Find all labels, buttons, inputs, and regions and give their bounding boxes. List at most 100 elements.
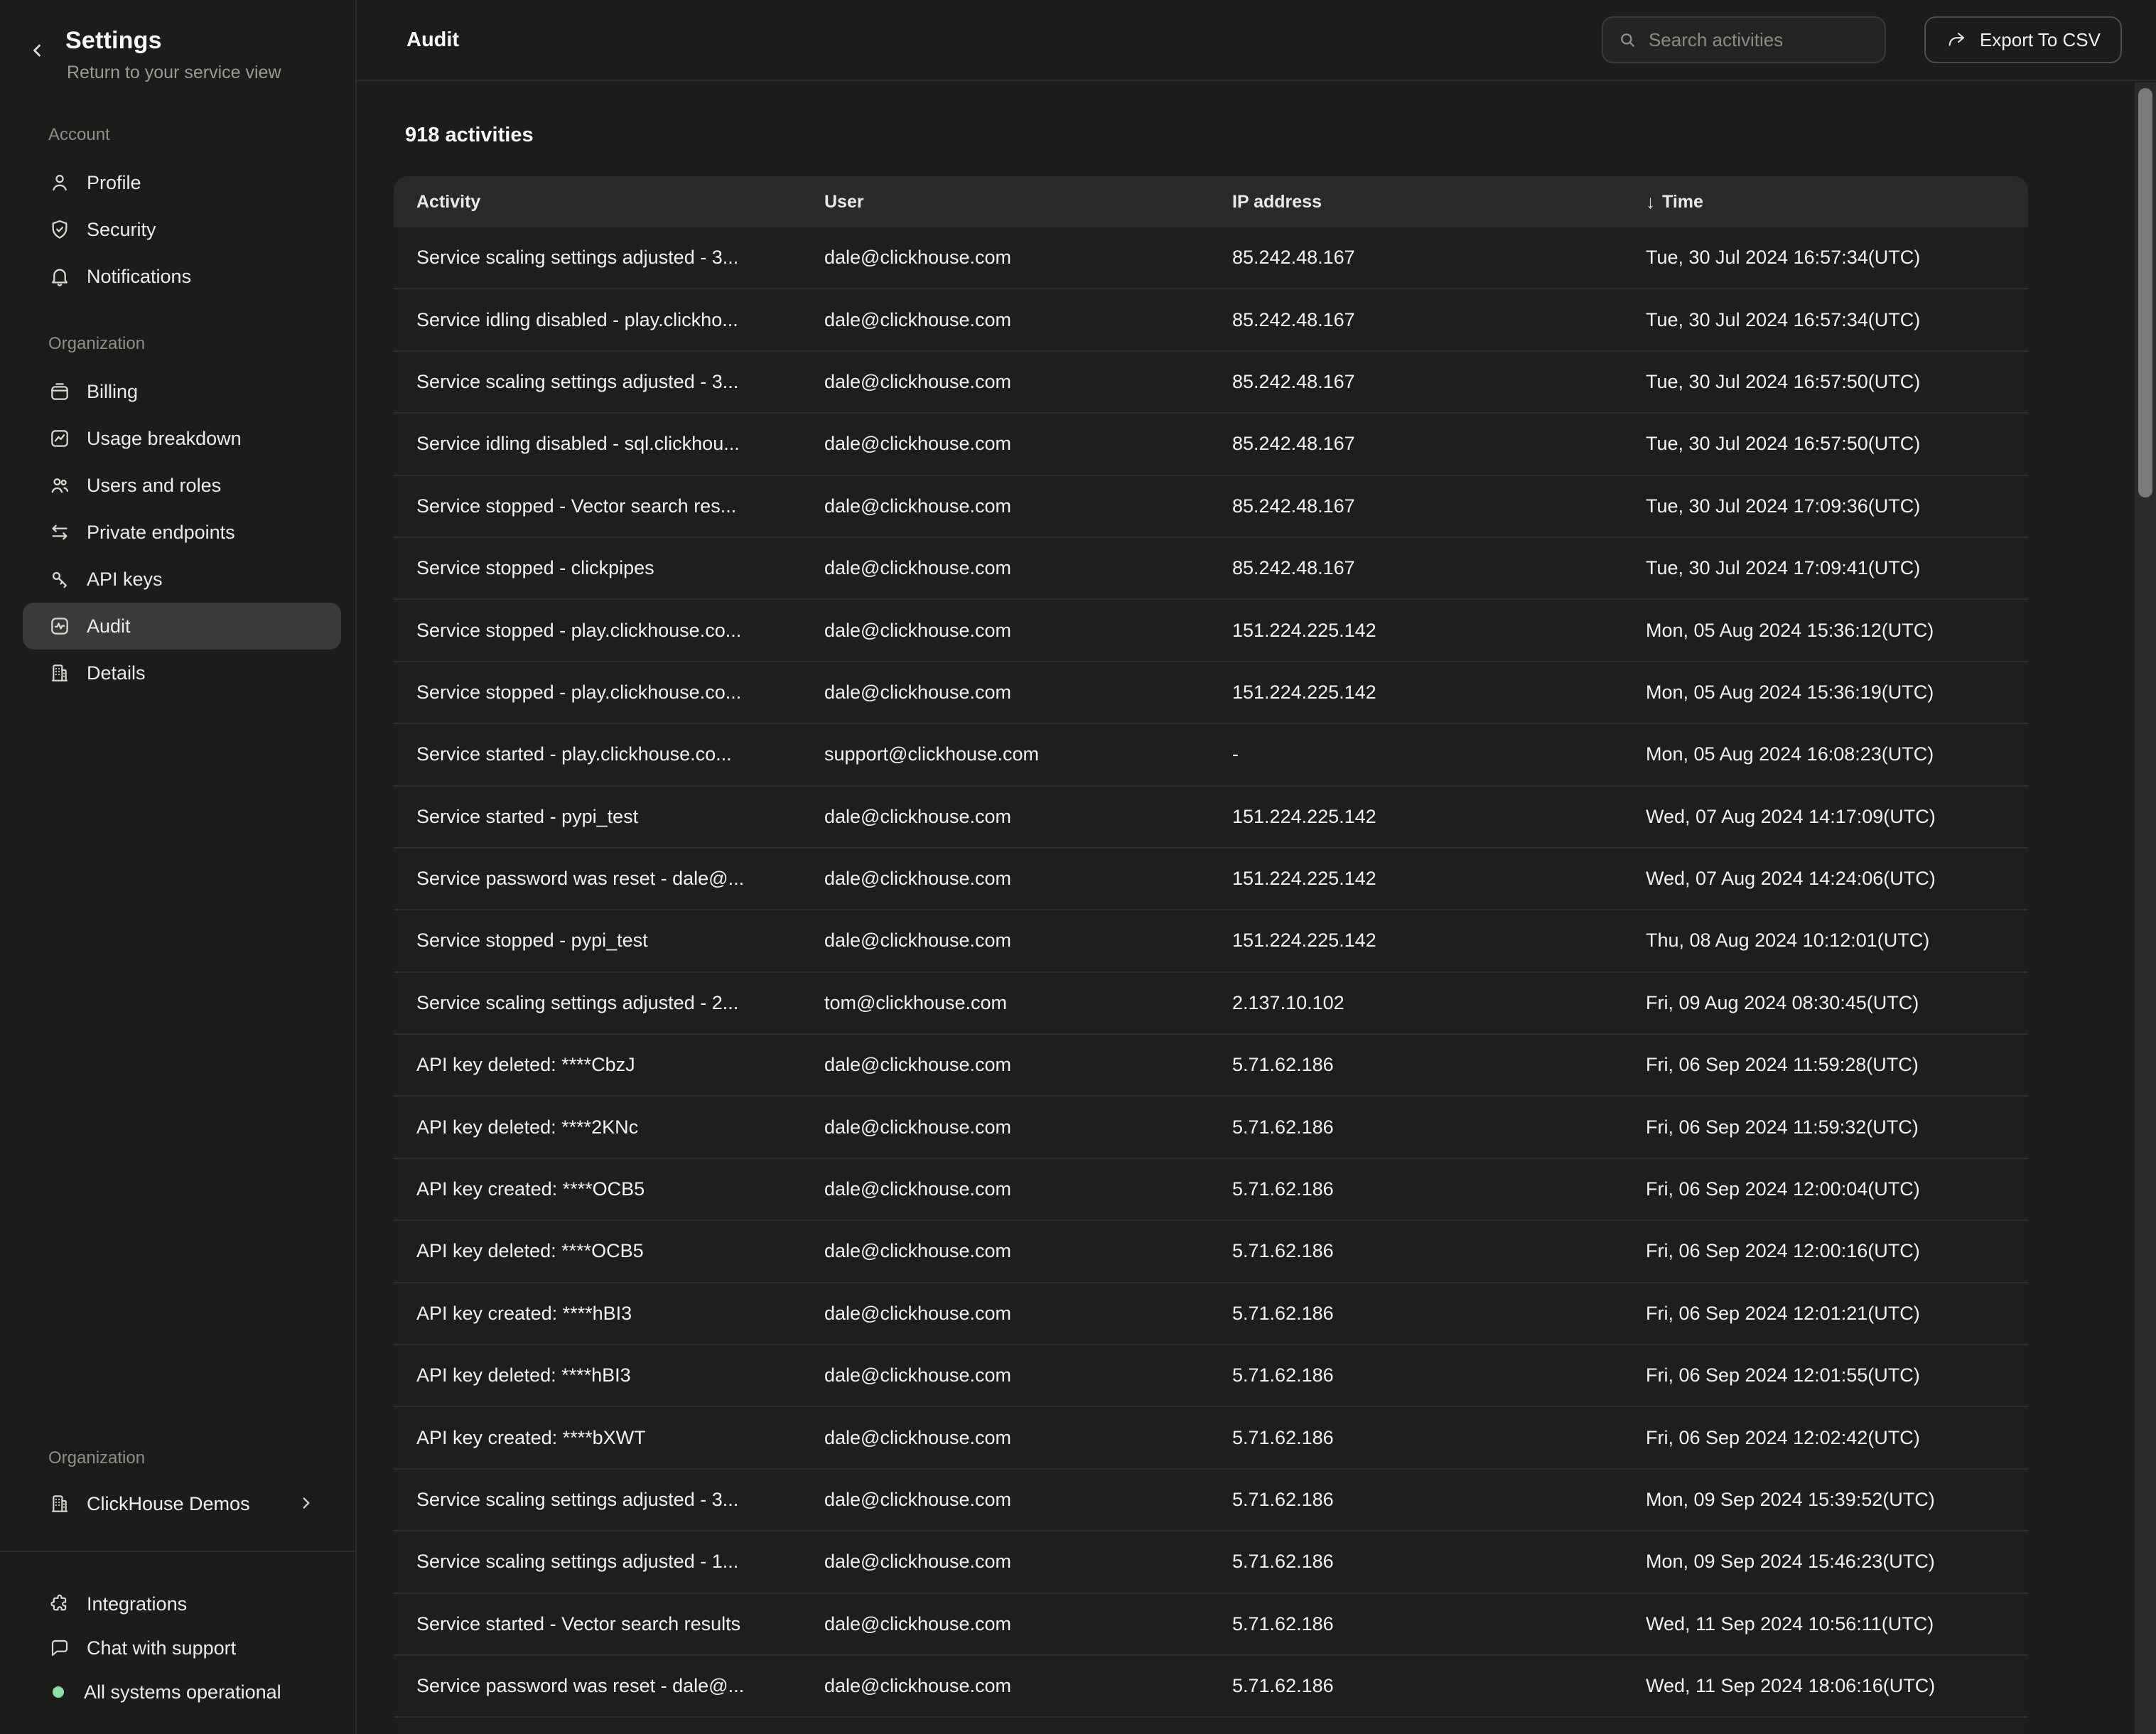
sidebar-footer: Organization ClickHouse Demos Integratio… [0,1448,355,1734]
activity-cell: API key deleted: ****hBI3 [394,1364,802,1386]
ip-address-cell: 151.224.225.142 [1209,620,1623,642]
ip-address-cell: 5.71.62.186 [1209,1116,1623,1138]
back-button[interactable] [23,38,51,67]
user-cell: dale@clickhouse.com [802,495,1209,517]
org-switcher-name: ClickHouse Demos [87,1493,250,1515]
scrollbar-thumb[interactable] [2138,88,2152,497]
sidebar-item-api-keys[interactable]: API keys [0,556,355,603]
magnifier-icon [1617,30,1637,50]
ip-address-cell: 5.71.62.186 [1209,1489,1623,1511]
ip-address-cell: 5.71.62.186 [1209,1613,1623,1635]
time-cell: Mon, 09 Sep 2024 15:46:23(UTC) [1623,1551,2028,1573]
export-csv-button[interactable]: Export To CSV [1924,16,2122,63]
header-actions: Export To CSV [1602,16,2122,63]
column-label: User [824,192,864,212]
time-cell: Fri, 06 Sep 2024 12:01:21(UTC) [1623,1303,2028,1325]
table-row: Service stopped - Vector search res... d… [394,476,2028,538]
table-row: API key created: ****hBI3 dale@clickhous… [394,1283,2028,1345]
building-icon [48,1492,71,1515]
column-header-activity[interactable]: Activity [394,192,802,212]
time-cell: Fri, 06 Sep 2024 12:00:04(UTC) [1623,1178,2028,1200]
user-cell: dale@clickhouse.com [802,433,1209,455]
user-cell: support@clickhouse.com [802,743,1209,765]
user-cell: dale@clickhouse.com [802,309,1209,331]
column-header-user[interactable]: User [802,192,1209,212]
user-cell: dale@clickhouse.com [802,247,1209,269]
activities-count: 918 activities [405,124,2156,147]
sidebar-item-audit[interactable]: Audit [23,603,341,650]
sidebar-item-users-and-roles[interactable]: Users and roles [0,462,355,509]
sidebar-item-label: Billing [87,381,138,403]
page-title: Audit [406,28,459,52]
sidebar-item-integrations[interactable]: Integrations [0,1582,355,1626]
column-label: Time [1662,192,1703,212]
status-label: All systems operational [84,1681,281,1703]
activity-cell: Service stopped - pypi_test [394,930,802,952]
user-icon [48,171,71,194]
sidebar-item-details[interactable]: Details [0,650,355,696]
scrollbar-track[interactable] [2135,82,2156,1734]
sidebar-item-usage-breakdown[interactable]: Usage breakdown [0,415,355,462]
table-row: Service started - Vector search results … [394,1594,2028,1656]
sidebar-item-profile[interactable]: Profile [0,159,355,206]
user-cell: dale@clickhouse.com [802,1116,1209,1138]
org-switcher[interactable]: ClickHouse Demos [0,1478,355,1529]
sidebar-item-billing[interactable]: Billing [0,368,355,415]
bell-icon [48,265,71,288]
user-cell: dale@clickhouse.com [802,1178,1209,1200]
column-header-time[interactable]: ↓ Time [1623,191,2028,213]
wallet-icon [48,380,71,403]
time-cell: Wed, 07 Aug 2024 14:24:06(UTC) [1623,868,2028,890]
table-row: Service password was reset - dale@... da… [394,849,2028,910]
footer-item-label: Chat with support [87,1637,236,1659]
chat-bubble-icon [48,1637,71,1659]
time-cell: Mon, 05 Aug 2024 15:36:12(UTC) [1623,620,2028,642]
search-box [1602,16,1886,63]
column-label: Activity [416,192,480,212]
activity-square-icon [48,615,71,637]
ip-address-cell: 85.242.48.167 [1209,247,1623,269]
user-cell: dale@clickhouse.com [802,557,1209,579]
sidebar-item-notifications[interactable]: Notifications [0,253,355,300]
user-cell: dale@clickhouse.com [802,620,1209,642]
time-cell: Fri, 06 Sep 2024 12:00:16(UTC) [1623,1240,2028,1262]
table-row: Service started - pypi_test dale@clickho… [394,787,2028,849]
ip-address-cell: 85.242.48.167 [1209,309,1623,331]
ip-address-cell: 5.71.62.186 [1209,1364,1623,1386]
ip-address-cell: 85.242.48.167 [1209,371,1623,393]
table-row: Service stopped - play.clickhouse.co... … [394,600,2028,662]
sidebar-item-private-endpoints[interactable]: Private endpoints [0,509,355,556]
user-cell: dale@clickhouse.com [802,1489,1209,1511]
activity-cell: Service stopped - play.clickhouse.co... [394,682,802,704]
table-row: Service stopped - observability-demo dal… [394,1718,2028,1734]
ip-address-cell: 5.71.62.186 [1209,1551,1623,1573]
ip-address-cell: 151.224.225.142 [1209,868,1623,890]
activity-cell: Service password was reset - dale@... [394,1675,802,1697]
arrows-swap-icon [48,521,71,544]
ip-address-cell: 5.71.62.186 [1209,1303,1623,1325]
time-cell: Tue, 30 Jul 2024 16:57:50(UTC) [1623,371,2028,393]
search-input[interactable] [1649,29,1870,51]
ip-address-cell: 5.71.62.186 [1209,1427,1623,1449]
table-row: Service stopped - clickpipes dale@clickh… [394,538,2028,600]
sidebar-item-label: Profile [87,172,141,194]
table-row: API key deleted: ****OCB5 dale@clickhous… [394,1221,2028,1283]
column-header-ip-address[interactable]: IP address [1209,192,1623,212]
shield-check-icon [48,218,71,241]
table-row: Service idling disabled - play.clickho..… [394,289,2028,351]
system-status-link[interactable]: All systems operational [0,1670,355,1714]
sidebar-divider [0,1551,355,1552]
footer-item-label: Integrations [87,1593,187,1615]
activity-cell: Service started - pypi_test [394,806,802,828]
section-label-organization: Organization [48,334,355,354]
main-content: Audit Export To CSV 918 activities [357,0,2156,1734]
table-row: Service scaling settings adjusted - 3...… [394,1470,2028,1531]
time-cell: Mon, 09 Sep 2024 15:39:52(UTC) [1623,1489,2028,1511]
table-row: API key deleted: ****2KNc dale@clickhous… [394,1097,2028,1158]
sidebar-item-chat-with-support[interactable]: Chat with support [0,1626,355,1670]
time-cell: Fri, 06 Sep 2024 11:59:32(UTC) [1623,1116,2028,1138]
share-arrow-icon [1946,29,1967,50]
ip-address-cell: 5.71.62.186 [1209,1675,1623,1697]
sidebar-item-security[interactable]: Security [0,206,355,253]
activity-cell: API key created: ****hBI3 [394,1303,802,1325]
